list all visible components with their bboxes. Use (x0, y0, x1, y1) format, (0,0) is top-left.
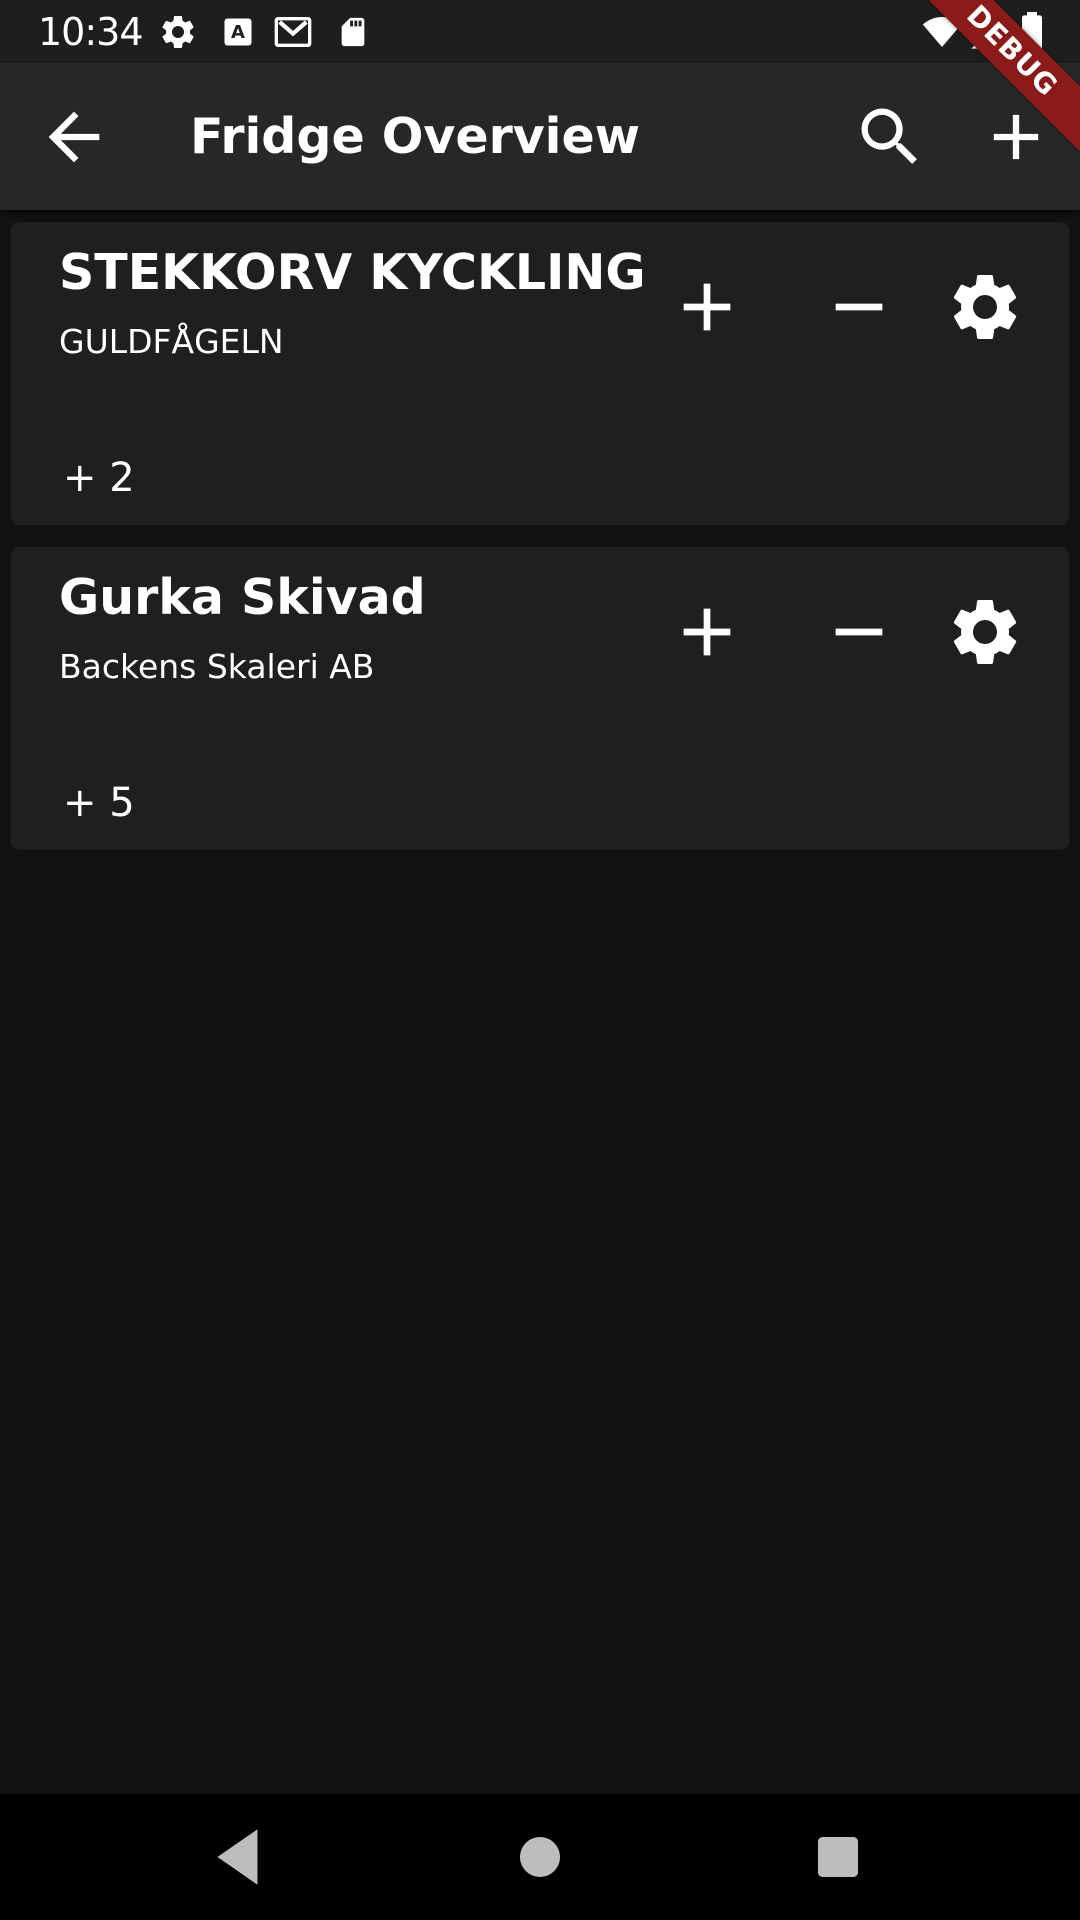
minus-icon (835, 628, 883, 636)
increment-button[interactable] (667, 592, 747, 672)
arrow-back-icon (48, 111, 100, 163)
decrement-button[interactable] (819, 267, 899, 347)
nav-recents-button[interactable] (801, 1820, 875, 1894)
item-name: STEKKORV KYCKLING (59, 244, 646, 301)
status-bar: 10:34 A (0, 0, 1080, 63)
increment-button[interactable] (667, 267, 747, 347)
square-recents-icon (817, 1836, 859, 1878)
gmail-icon (274, 17, 312, 47)
search-button[interactable] (852, 99, 928, 175)
triangle-back-icon (217, 1829, 258, 1885)
item-settings-button[interactable] (945, 592, 1025, 672)
circle-home-icon (519, 1836, 561, 1878)
text-a-icon: A (224, 18, 252, 46)
gear-icon (953, 274, 1017, 339)
settings-icon (162, 15, 194, 48)
list-item[interactable]: Gurka Skivad Backens Skaleri AB + 5 (11, 547, 1069, 850)
page-title: Fridge Overview (190, 108, 640, 165)
system-nav-bar (0, 1794, 1080, 1920)
decrement-button[interactable] (819, 592, 899, 672)
item-count: + 2 (63, 455, 135, 501)
minus-icon (835, 303, 883, 311)
item-name: Gurka Skivad (59, 569, 426, 626)
back-button[interactable] (36, 99, 112, 175)
plus-icon (683, 608, 731, 656)
search-icon (861, 108, 917, 164)
sd-card-icon (341, 17, 365, 47)
status-time: 10:34 (38, 10, 144, 54)
plus-icon (683, 283, 731, 331)
nav-home-button[interactable] (503, 1820, 577, 1894)
item-brand: GULDFÅGELN (59, 322, 284, 361)
list-item[interactable]: STEKKORV KYCKLING GULDFÅGELN + 2 (11, 222, 1069, 525)
app-bar: Fridge Overview (0, 63, 1080, 210)
item-brand: Backens Skaleri AB (59, 647, 375, 686)
nav-back-button[interactable] (202, 1820, 276, 1894)
gear-icon (953, 599, 1017, 664)
svg-text:A: A (231, 22, 245, 43)
item-count: + 5 (63, 780, 135, 826)
item-settings-button[interactable] (945, 267, 1025, 347)
